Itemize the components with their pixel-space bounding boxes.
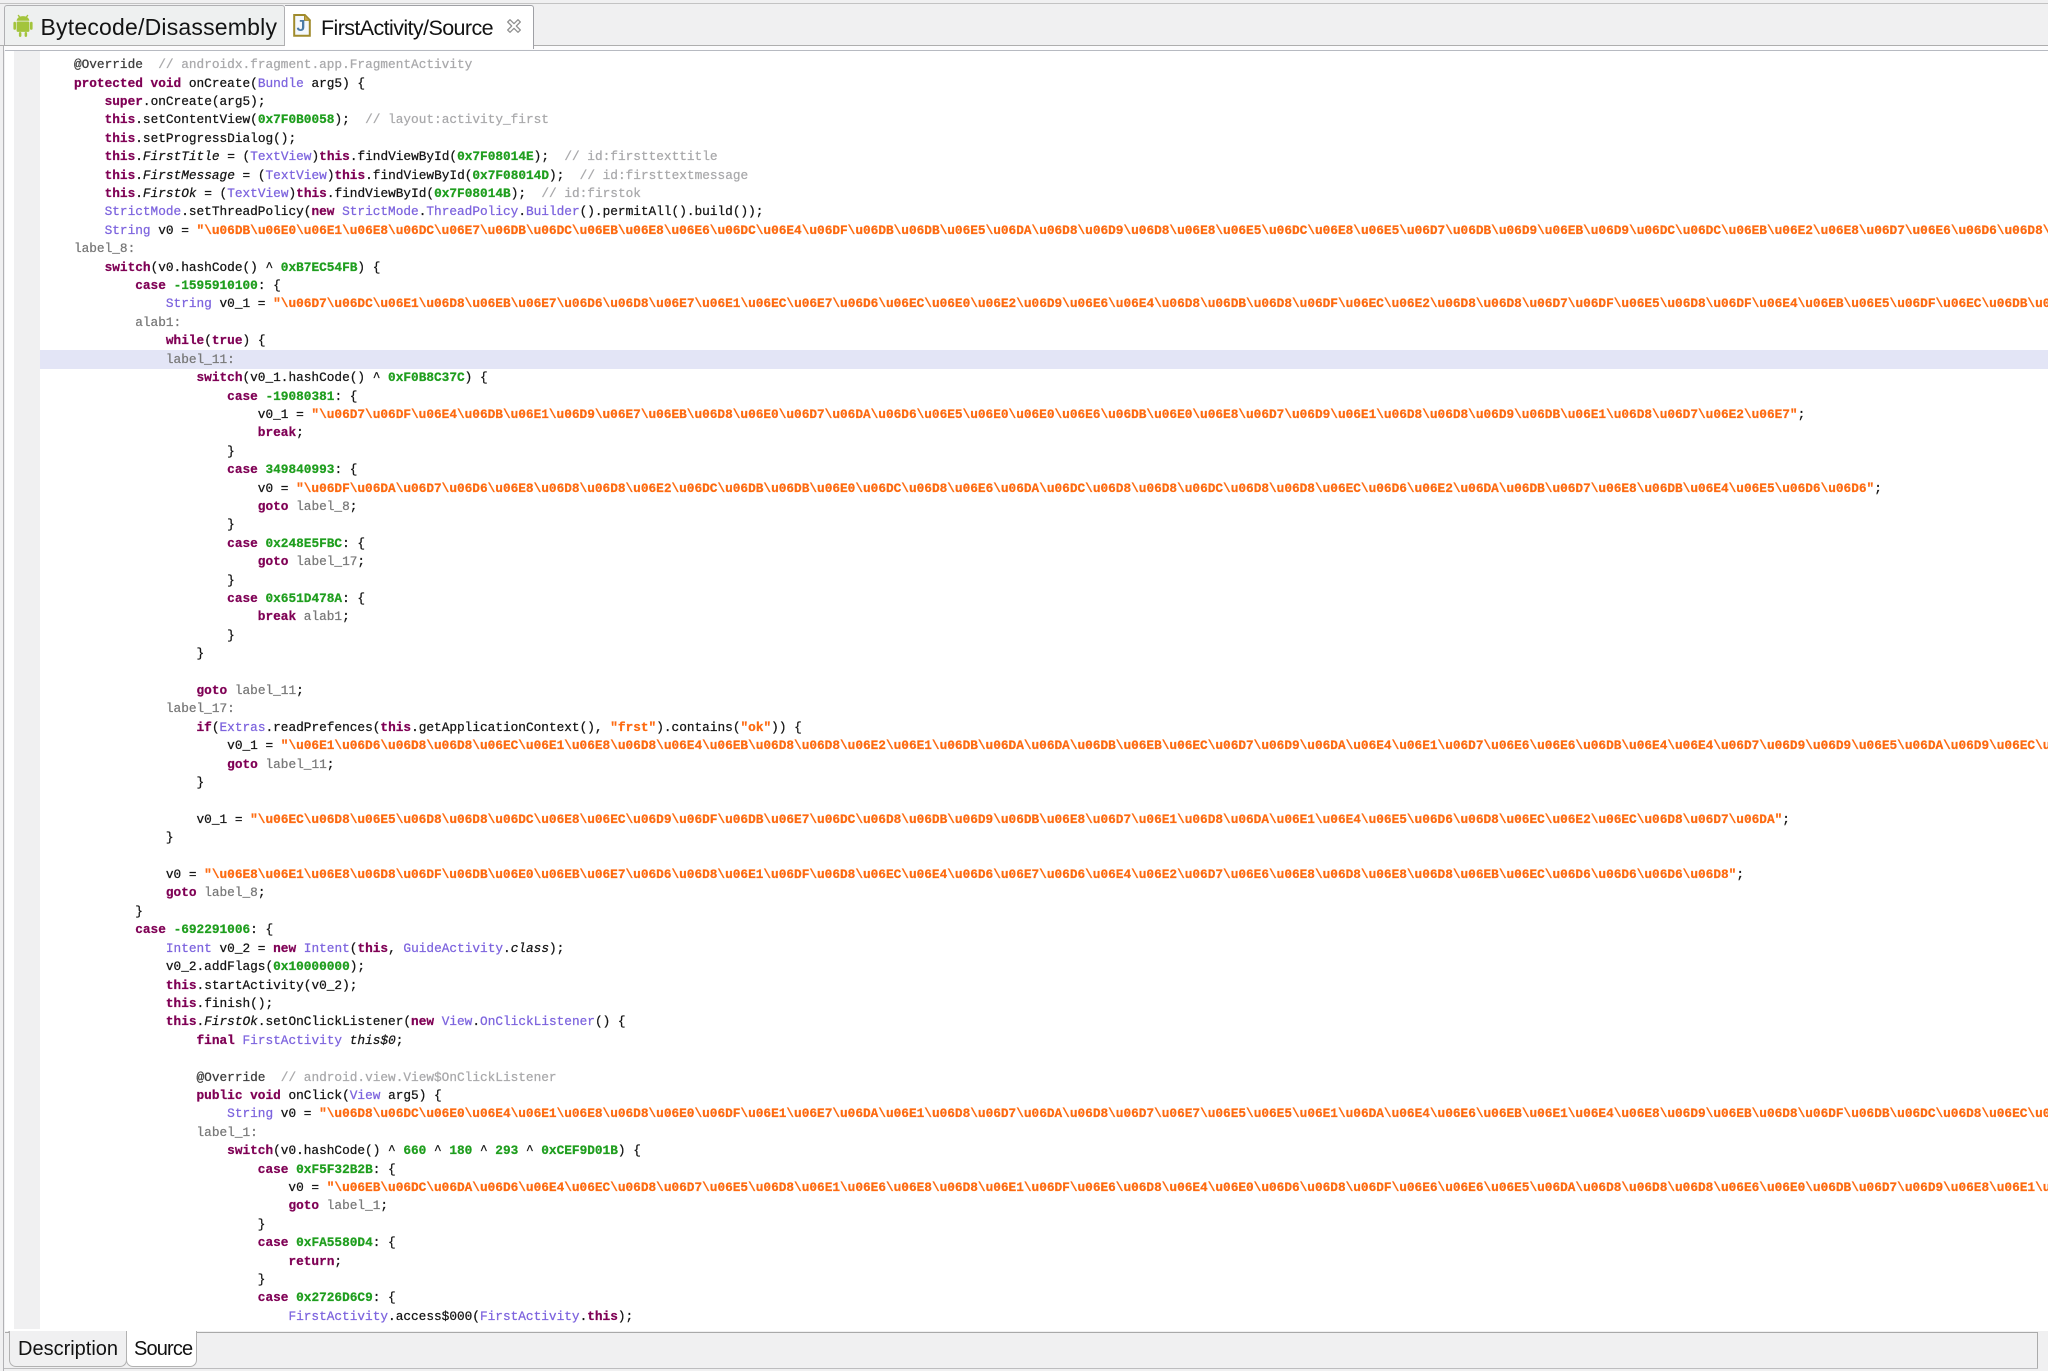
svg-text:J: J — [297, 18, 306, 35]
